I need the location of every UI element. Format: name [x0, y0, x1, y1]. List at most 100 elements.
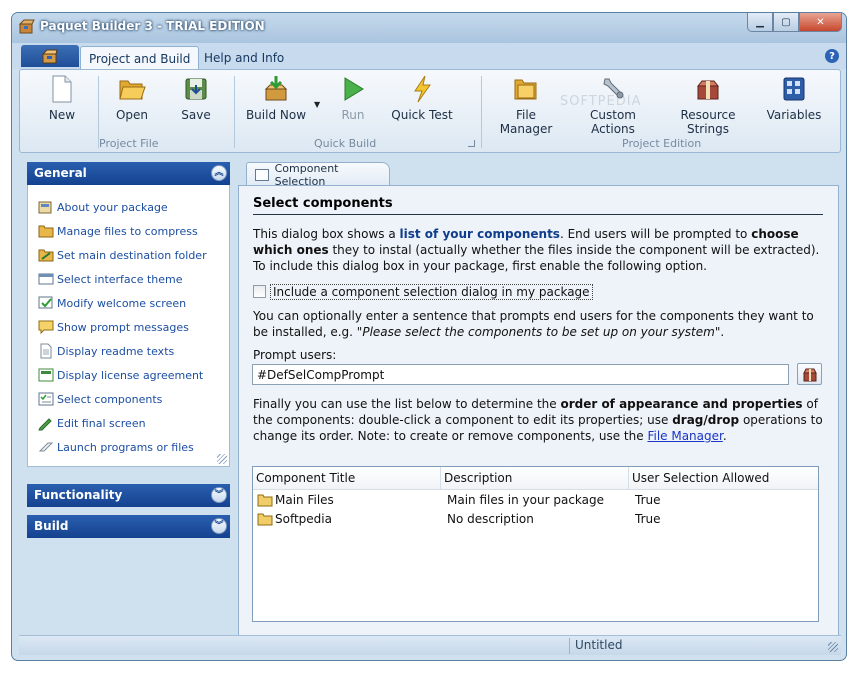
sidebar-item-select-components[interactable]: Select components: [38, 389, 162, 409]
open-button-label: Open: [115, 108, 149, 122]
lightning-icon: [407, 74, 437, 104]
component-folder-icon: [257, 512, 273, 526]
file-manager-button[interactable]: File Manager: [489, 74, 563, 136]
component-selection-panel: Select components This dialog box shows …: [238, 185, 839, 638]
column-header-title[interactable]: Component Title: [253, 467, 441, 490]
welcome-screen-icon: [38, 295, 54, 311]
section-build-header[interactable]: Build ︾: [27, 515, 230, 538]
run-play-icon: [338, 74, 368, 104]
intro-paragraph: This dialog box shows a list of your com…: [253, 227, 820, 273]
build-now-dropdown-icon[interactable]: ▼: [314, 100, 320, 109]
ribbon: SOFTPEDIA New Open Save Project File Bui…: [19, 69, 841, 153]
component-description: Main files in your package: [447, 493, 605, 507]
table-row[interactable]: Main Files Main files in your package Tr…: [253, 491, 818, 510]
section-general-body: About your package Manage files to compr…: [27, 185, 230, 467]
component-user-selection: True: [635, 512, 661, 526]
sidebar-item-destination-folder[interactable]: Set main destination folder: [38, 245, 207, 265]
minimize-button[interactable]: ▁: [747, 13, 773, 32]
open-button[interactable]: Open: [108, 74, 156, 122]
build-icon: [261, 74, 291, 104]
resource-box-icon: [802, 368, 817, 381]
section-build-title: Build: [34, 519, 69, 533]
include-dialog-checkbox-row[interactable]: Include a component selection dialog in …: [253, 283, 593, 300]
file-manager-link[interactable]: File Manager: [647, 429, 722, 443]
ribbon-divider: [234, 76, 235, 148]
run-button[interactable]: Run: [333, 74, 373, 122]
quick-test-button[interactable]: Quick Test: [390, 74, 454, 122]
include-dialog-label[interactable]: Include a component selection dialog in …: [270, 283, 593, 300]
section-general-header[interactable]: General ︽: [27, 162, 230, 185]
sidebar-item-interface-theme[interactable]: Select interface theme: [38, 269, 183, 289]
column-header-user-selection[interactable]: User Selection Allowed: [629, 467, 818, 490]
new-document-icon: [47, 74, 77, 104]
sidebar-item-final-screen[interactable]: Edit final screen: [38, 413, 146, 433]
variables-grid-icon: [779, 74, 809, 104]
status-bar: Untitled: [19, 635, 841, 655]
sidebar-item-prompt-messages[interactable]: Show prompt messages: [38, 317, 189, 337]
build-now-button[interactable]: Build Now: [244, 74, 308, 122]
theme-window-icon: [38, 271, 54, 287]
app-window: Paquet Builder 3 - TRIAL EDITION ▁ ▢ ✕ P…: [11, 12, 847, 661]
tab-help-and-info[interactable]: Help and Info: [196, 46, 292, 69]
component-selection-icon: [255, 168, 269, 181]
close-button[interactable]: ✕: [799, 13, 842, 32]
include-dialog-checkbox[interactable]: [253, 285, 266, 298]
pencil-icon: [38, 415, 54, 431]
help-icon[interactable]: ?: [825, 49, 839, 63]
window-resize-grip[interactable]: [828, 642, 838, 652]
sidebar-item-welcome-screen[interactable]: Modify welcome screen: [38, 293, 186, 313]
app-menu-icon: [41, 49, 58, 64]
task-pane: General ︽ About your package Manage file…: [27, 162, 230, 538]
wrench-icon: [598, 74, 628, 104]
components-checklist-icon: [38, 391, 54, 407]
prompt-users-label: Prompt users:: [253, 348, 337, 362]
title-bar: Paquet Builder 3 - TRIAL EDITION ▁ ▢ ✕: [12, 13, 846, 43]
license-icon: [38, 367, 54, 383]
custom-actions-button-label: Custom Actions: [590, 108, 636, 136]
new-button[interactable]: New: [42, 74, 82, 122]
save-button[interactable]: Save: [174, 74, 218, 122]
section-general-title: General: [34, 166, 87, 180]
sidebar-item-license-agreement[interactable]: Display license agreement: [38, 365, 203, 385]
table-row[interactable]: Softpedia No description True: [253, 510, 818, 529]
resource-box-icon: [693, 74, 723, 104]
list-header: Component Title Description User Selecti…: [253, 467, 818, 490]
tab-project-and-build[interactable]: Project and Build: [80, 46, 200, 69]
sidebar-item-manage-files[interactable]: Manage files to compress: [38, 221, 198, 241]
file-manager-button-label: File Manager: [499, 108, 553, 136]
page-heading: Select components: [253, 196, 393, 211]
component-user-selection: True: [635, 493, 661, 507]
resource-strings-button[interactable]: Resource Strings: [663, 74, 753, 136]
collapse-chevron-icon[interactable]: ︽: [211, 165, 227, 181]
prompt-resource-button[interactable]: [797, 363, 822, 385]
variables-button-label: Variables: [766, 108, 822, 122]
custom-actions-button[interactable]: Custom Actions: [569, 74, 657, 136]
build-now-button-label: Build Now: [245, 108, 307, 122]
launch-icon: [38, 439, 54, 455]
sidebar-item-launch-programs[interactable]: Launch programs or files: [38, 437, 194, 457]
status-project-name: Untitled: [575, 638, 623, 652]
expand-chevron-icon[interactable]: ︾: [211, 518, 227, 534]
expand-chevron-icon[interactable]: ︾: [211, 487, 227, 503]
section-functionality-title: Functionality: [34, 488, 123, 502]
group-label-project-edition: Project Edition: [622, 137, 702, 150]
component-title: Main Files: [275, 493, 334, 507]
section-functionality-header[interactable]: Functionality ︾: [27, 484, 230, 507]
variables-button[interactable]: Variables: [764, 74, 824, 122]
maximize-button[interactable]: ▢: [773, 13, 799, 32]
dialog-launcher-icon[interactable]: [468, 140, 475, 147]
components-list[interactable]: Component Title Description User Selecti…: [252, 466, 819, 622]
prompt-users-input[interactable]: [252, 364, 789, 385]
column-header-description[interactable]: Description: [441, 467, 629, 490]
resize-grip[interactable]: [217, 454, 227, 464]
component-title: Softpedia: [275, 512, 332, 526]
application-menu-button[interactable]: [21, 45, 79, 67]
content-area: Component Selection Select components Th…: [238, 162, 839, 638]
status-divider: [569, 638, 570, 654]
new-button-label: New: [48, 108, 76, 122]
heading-divider: [253, 214, 823, 215]
open-folder-icon: [117, 74, 147, 104]
sidebar-item-readme-texts[interactable]: Display readme texts: [38, 341, 174, 361]
sidebar-item-about-package[interactable]: About your package: [38, 197, 168, 217]
tab-component-selection[interactable]: Component Selection: [246, 162, 390, 188]
